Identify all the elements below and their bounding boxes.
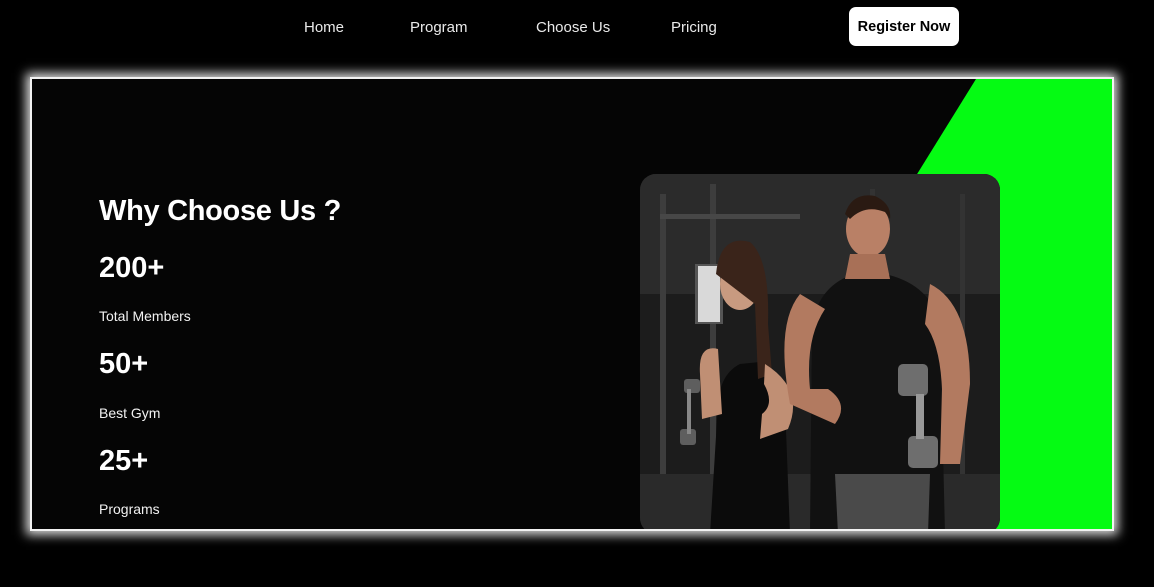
nav-link-choose-us[interactable]: Choose Us [536, 19, 610, 36]
why-choose-us-section: Why Choose Us ? 200+ Total Members 50+ B… [30, 77, 1114, 531]
stat-value-programs: 25+ [99, 445, 149, 477]
stat-value-members: 200+ [99, 252, 165, 284]
stat-label-members: Total Members [99, 308, 191, 324]
nav-link-pricing[interactable]: Pricing [671, 19, 717, 36]
top-navigation: Home Program Choose Us Pricing Register … [0, 0, 1154, 56]
fitness-couple-illustration [640, 174, 1000, 529]
stat-label-programs: Programs [99, 501, 160, 517]
nav-link-program[interactable]: Program [410, 19, 468, 36]
register-now-button[interactable]: Register Now [849, 7, 959, 46]
nav-link-home[interactable]: Home [304, 19, 344, 36]
fitness-couple-photo [640, 174, 1000, 529]
stat-label-gym: Best Gym [99, 405, 161, 421]
stat-value-gym: 50+ [99, 348, 149, 380]
section-heading: Why Choose Us ? [99, 195, 342, 227]
